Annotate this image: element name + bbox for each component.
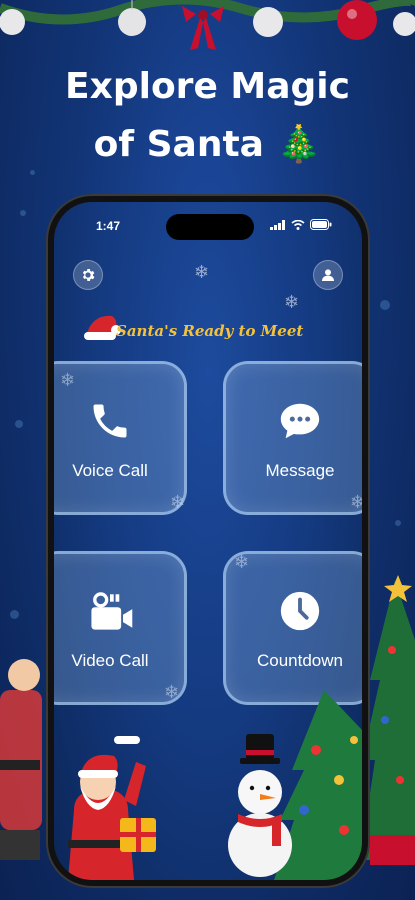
gear-icon [82,269,95,281]
dynamic-island [166,214,254,240]
phone-icon [84,395,136,447]
subtitle: Santa's Ready to Meet [116,322,304,340]
chat-bubble-icon [274,395,326,447]
snowflake-icon: ❄ [284,292,300,312]
voice-call-button[interactable]: Voice Call [54,364,184,512]
message-button[interactable]: Message [226,364,362,512]
clock-icon [274,585,326,637]
video-camera-icon [84,585,136,637]
christmas-ornaments-garland [0,0,415,50]
battery-icon [310,219,332,230]
snowflake-icon: ❄ [194,262,210,282]
status-icons [270,219,332,230]
settings-button[interactable] [73,260,103,290]
santa-and-snowman-illustration [68,690,362,880]
status-time: 1:47 [96,219,121,233]
voice-call-label: Voice Call [72,461,148,480]
app-screen: 1:47 Santa's Ready to Meet ❄ ❄ ❄ ❄ ❄ ❄ ❄… [54,202,362,880]
headline-line-1: Explore Magic [65,66,350,107]
countdown-label: Countdown [256,651,343,670]
signal-icon [270,219,285,230]
subtitle-row: Santa's Ready to Meet [82,310,342,346]
headline-line-2: of Santa 🎄 [93,124,322,165]
user-icon [322,269,334,281]
phone-mockup: 1:47 Santa's Ready to Meet ❄ ❄ ❄ ❄ ❄ ❄ ❄… [48,196,368,886]
video-call-label: Video Call [71,651,149,670]
profile-button[interactable] [313,260,343,290]
wifi-icon [291,219,305,230]
message-label: Message [265,461,335,480]
